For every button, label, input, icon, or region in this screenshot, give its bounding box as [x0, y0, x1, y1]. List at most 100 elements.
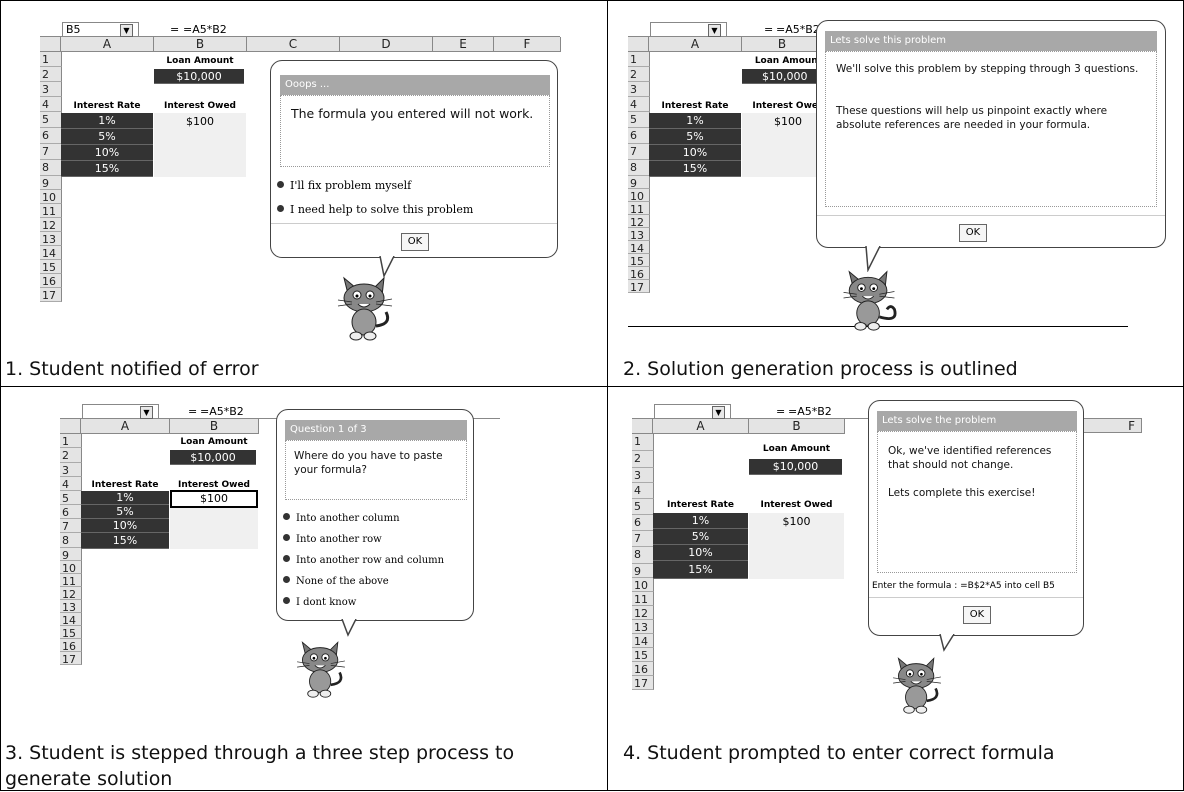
col-header-d[interactable]: D — [340, 37, 433, 52]
row-header[interactable]: 13 — [60, 600, 82, 614]
formula-text[interactable]: =A5*B2 — [200, 405, 244, 418]
col-header-a[interactable]: A — [649, 37, 742, 52]
row-header[interactable]: 2 — [628, 67, 650, 82]
rate-cell[interactable]: 15% — [653, 561, 748, 579]
row-header[interactable]: 8 — [60, 533, 82, 548]
row-header[interactable]: 5 — [632, 499, 654, 515]
row-header[interactable]: 7 — [632, 531, 654, 547]
row-header[interactable]: 9 — [632, 564, 654, 578]
col-header-b[interactable]: B — [742, 37, 823, 52]
interest-rate-header[interactable]: Interest Rate — [653, 500, 748, 510]
interest-rate-header[interactable]: Interest Rate — [61, 101, 153, 111]
row-header[interactable]: 3 — [628, 82, 650, 97]
row-header[interactable]: 5 — [40, 112, 62, 128]
rate-cell[interactable]: 1% — [61, 113, 153, 129]
row-header[interactable]: 5 — [60, 491, 82, 505]
option-none-of-above[interactable]: None of the above — [283, 575, 389, 589]
row-header[interactable]: 1 — [628, 52, 650, 67]
loan-amount-value[interactable]: $10,000 — [742, 69, 818, 84]
ok-button[interactable]: OK — [959, 224, 987, 242]
ok-button[interactable]: OK — [963, 606, 991, 624]
row-header[interactable]: 16 — [628, 267, 650, 281]
formula-text[interactable]: =A5*B2 — [183, 23, 227, 36]
row-header[interactable]: 1 — [60, 434, 82, 448]
row-header[interactable]: 11 — [628, 202, 650, 216]
row-header[interactable]: 15 — [60, 626, 82, 640]
row-header[interactable]: 11 — [632, 592, 654, 606]
interest-rate-header[interactable]: Interest Rate — [649, 101, 741, 111]
rate-cell[interactable]: 1% — [653, 513, 748, 529]
row-header[interactable]: 6 — [40, 128, 62, 144]
row-header[interactable]: 3 — [632, 468, 654, 483]
row-header[interactable]: 15 — [40, 260, 62, 274]
row-header[interactable]: 13 — [632, 620, 654, 634]
row-header[interactable]: 7 — [40, 144, 62, 160]
row-header[interactable]: 4 — [628, 97, 650, 112]
row-header[interactable]: 3 — [40, 82, 62, 97]
row-header[interactable]: 15 — [632, 648, 654, 662]
col-header-a[interactable]: A — [61, 37, 154, 52]
row-header[interactable]: 12 — [40, 218, 62, 232]
interest-owed-header[interactable]: Interest Owed — [170, 480, 258, 490]
row-header[interactable]: 14 — [40, 246, 62, 260]
row-header[interactable]: 11 — [40, 204, 62, 218]
row-header[interactable]: 2 — [632, 451, 654, 468]
option-another-row[interactable]: Into another row — [283, 533, 382, 547]
col-header-f[interactable]: F — [1082, 419, 1142, 433]
row-header[interactable]: 8 — [632, 547, 654, 564]
row-header[interactable]: 9 — [628, 176, 650, 190]
rate-cell[interactable]: 5% — [649, 129, 741, 145]
formula-text[interactable]: =A5*B2 — [788, 405, 832, 418]
loan-amount-value[interactable]: $10,000 — [749, 459, 842, 475]
row-header[interactable]: 10 — [60, 561, 82, 575]
row-header[interactable]: 7 — [60, 519, 82, 533]
row-header[interactable]: 10 — [40, 190, 62, 204]
rate-cell[interactable]: 10% — [81, 519, 169, 533]
row-header[interactable]: 16 — [40, 274, 62, 288]
dropdown-arrow-icon[interactable]: ▼ — [712, 406, 725, 419]
row-header[interactable]: 5 — [628, 112, 650, 128]
owed-value[interactable]: $100 — [154, 115, 246, 128]
rate-cell[interactable]: 1% — [649, 113, 741, 129]
row-header[interactable]: 6 — [632, 515, 654, 531]
row-header[interactable]: 4 — [40, 97, 62, 112]
option-another-column[interactable]: Into another column — [283, 512, 400, 526]
dropdown-arrow-icon[interactable]: ▼ — [140, 406, 153, 419]
option-dont-know[interactable]: I dont know — [283, 596, 356, 610]
row-header[interactable]: 11 — [60, 574, 82, 588]
rate-cell[interactable]: 5% — [653, 529, 748, 545]
rate-cell[interactable]: 15% — [61, 161, 153, 177]
row-header[interactable]: 15 — [628, 254, 650, 268]
ok-button[interactable]: OK — [401, 233, 429, 251]
row-header[interactable]: 17 — [632, 676, 654, 690]
col-header-a[interactable]: A — [81, 419, 170, 434]
rate-cell[interactable]: 10% — [61, 145, 153, 161]
row-header[interactable]: 14 — [632, 634, 654, 648]
row-header[interactable]: 8 — [628, 160, 650, 176]
dropdown-arrow-icon[interactable]: ▼ — [120, 24, 133, 37]
row-header[interactable]: 9 — [40, 176, 62, 190]
col-header-c[interactable]: C — [247, 37, 340, 52]
loan-amount-header[interactable]: Loan Amount — [749, 444, 844, 454]
row-header[interactable]: 14 — [628, 241, 650, 255]
corner-header[interactable] — [40, 37, 61, 52]
col-header-b[interactable]: B — [749, 419, 845, 434]
loan-amount-header[interactable]: Loan Amount — [742, 56, 822, 66]
selected-owed-cell[interactable]: $100 — [170, 490, 258, 508]
row-header[interactable]: 2 — [40, 67, 62, 82]
col-header-e[interactable]: E — [433, 37, 494, 52]
option-need-help[interactable]: I need help to solve this problem — [277, 203, 473, 217]
loan-amount-header[interactable]: Loan Amount — [170, 437, 258, 447]
row-header[interactable]: 1 — [40, 52, 62, 67]
rate-cell[interactable]: 10% — [653, 545, 748, 561]
corner-header[interactable] — [628, 37, 649, 52]
row-header[interactable]: 17 — [628, 280, 650, 294]
row-header[interactable]: 7 — [628, 144, 650, 160]
rate-cell[interactable]: 5% — [81, 505, 169, 519]
rate-cell[interactable]: 5% — [61, 129, 153, 145]
row-header[interactable]: 4 — [632, 483, 654, 499]
option-fix-myself[interactable]: I'll fix problem myself — [277, 179, 411, 193]
row-header[interactable]: 14 — [60, 613, 82, 627]
interest-owed-header[interactable]: Interest Owe — [742, 101, 818, 111]
row-header[interactable]: 12 — [628, 215, 650, 229]
